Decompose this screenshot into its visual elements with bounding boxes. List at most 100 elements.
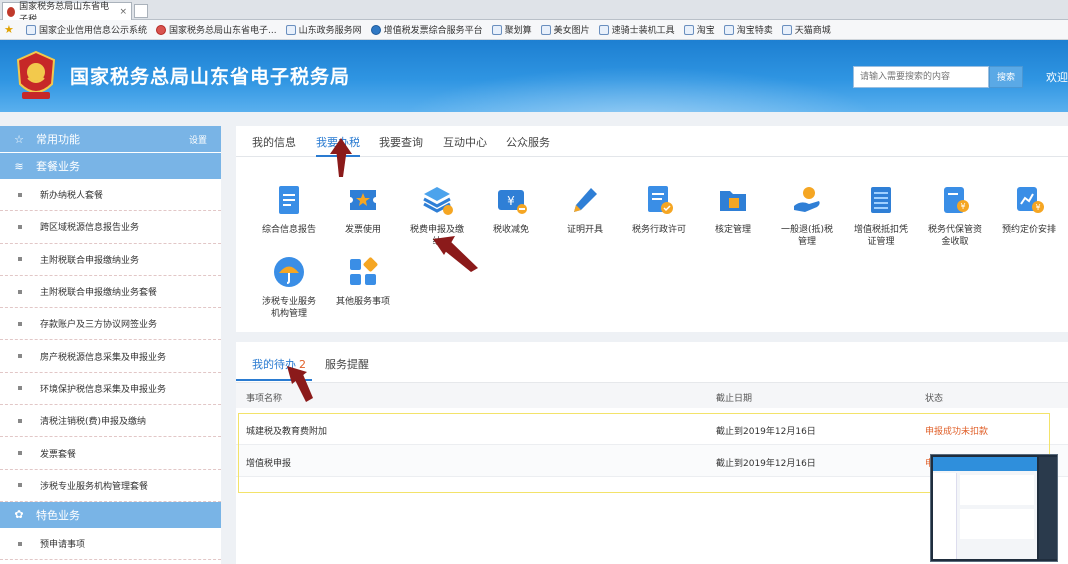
- sidebar-item[interactable]: 清税注销税(费)申报及缴纳: [0, 405, 221, 438]
- thumbnail-tasks: [960, 509, 1034, 539]
- favorite-link[interactable]: 淘宝: [683, 23, 715, 36]
- tab-my-todo[interactable]: 我的待办 2: [236, 356, 312, 381]
- favorite-link[interactable]: 山东政务服务网: [285, 23, 362, 36]
- sidebar-header-label: 特色业务: [36, 508, 80, 522]
- bullet-icon: [18, 192, 22, 197]
- sidebar-header-special[interactable]: ✿ 特色业务: [0, 501, 221, 528]
- favorite-link[interactable]: 美女图片: [540, 23, 590, 36]
- bullet-icon: [18, 224, 22, 229]
- tab-do-tax[interactable]: 我要办税: [316, 134, 360, 157]
- sidebar-item[interactable]: 新办纳税人套餐: [0, 179, 221, 212]
- hand-coin-icon: [794, 187, 820, 212]
- chart-yen-icon: ¥: [1017, 187, 1044, 213]
- func-info-report[interactable]: 综合信息报告: [259, 184, 319, 236]
- umbrella-icon: [274, 257, 304, 287]
- close-tab-icon[interactable]: ×: [119, 7, 127, 17]
- thumbnail-header: [933, 457, 1037, 471]
- favorite-link[interactable]: 国家企业信用信息公示系统: [26, 23, 147, 36]
- invoice-ticket-icon: [350, 190, 376, 210]
- page-icon: [781, 24, 792, 35]
- tax-emblem-icon: [156, 24, 167, 35]
- browser-tab-bar: 国家税务总局山东省电子税... ×: [0, 0, 1068, 25]
- favorite-link[interactable]: 天猫商城: [781, 23, 831, 36]
- tab-my-info[interactable]: 我的信息: [252, 134, 296, 150]
- bullet-icon: [18, 483, 22, 488]
- tab-interaction[interactable]: 互动中心: [443, 134, 487, 150]
- page-icon: [598, 24, 609, 35]
- highlight-box: [238, 413, 1050, 493]
- func-advance-pricing[interactable]: ¥ 预约定价安排: [999, 184, 1059, 236]
- star-icon: ☆: [14, 132, 24, 146]
- clover-icon: ✿: [14, 508, 24, 522]
- search-input[interactable]: [853, 66, 989, 88]
- settings-link[interactable]: 设置: [189, 133, 207, 146]
- col-header-name: 事项名称: [246, 394, 283, 404]
- search-button[interactable]: 搜索: [989, 66, 1023, 88]
- svg-text:¥: ¥: [507, 194, 515, 208]
- func-professional-service[interactable]: 涉税专业服务机构管理: [259, 256, 319, 320]
- page-icon: [285, 24, 296, 35]
- bullet-icon: [18, 451, 22, 456]
- sidebar-header-package[interactable]: ≋ 套餐业务: [0, 153, 221, 179]
- sidebar-item[interactable]: 房产税税源信息采集及申报业务: [0, 340, 221, 373]
- screenshot-thumbnail[interactable]: [930, 454, 1058, 562]
- main-nav-tabs: 我的信息 我要办税 我要查询 互动中心 公众服务: [236, 126, 1068, 157]
- browser-tab[interactable]: 国家税务总局山东省电子税... ×: [2, 2, 132, 25]
- document-list-icon: [279, 186, 299, 214]
- sidebar-header-label: 套餐业务: [36, 160, 80, 173]
- svg-text:¥: ¥: [960, 202, 965, 211]
- tab-public-service[interactable]: 公众服务: [506, 134, 550, 150]
- grid-apps-icon: [350, 257, 378, 285]
- favorite-link[interactable]: 国家税务总局山东省电子...: [156, 23, 277, 36]
- tax-bureau-emblem-icon: [16, 50, 56, 99]
- sidebar-item[interactable]: 环境保护税信息采集及申报业务: [0, 373, 221, 406]
- favorite-link[interactable]: 增值税发票综合服务平台: [370, 23, 483, 36]
- bullet-icon: [18, 257, 22, 262]
- func-other-services[interactable]: 其他服务事项: [333, 256, 393, 308]
- voucher-stack-icon: [871, 187, 891, 213]
- sidebar-item[interactable]: 跨区域税源信息报告业务: [0, 211, 221, 244]
- new-tab-button[interactable]: [134, 4, 148, 18]
- sidebar-header-common[interactable]: ☆ 常用功能 设置: [0, 126, 221, 152]
- sidebar-item[interactable]: 主附税联合申报缴纳业务: [0, 244, 221, 276]
- func-assessment-manage[interactable]: 核定管理: [703, 184, 763, 236]
- document-check-icon: [648, 186, 673, 214]
- sidebar-item[interactable]: 发票套餐: [0, 437, 221, 470]
- func-certificate-issue[interactable]: 证明开具: [555, 184, 615, 236]
- welcome-text: 欢迎: [1046, 71, 1068, 84]
- header-background-decoration: [380, 62, 900, 112]
- favorites-star-icon[interactable]: ★: [4, 24, 17, 35]
- func-admin-license[interactable]: 税务行政许可: [629, 184, 689, 236]
- func-tax-declare-pay[interactable]: 税费申报及缴纳: [407, 184, 467, 248]
- bullet-icon: [18, 541, 22, 546]
- col-header-status: 状态: [925, 394, 944, 404]
- thumbnail-sidebar: [933, 473, 957, 559]
- thumbnail-page: [933, 457, 1037, 559]
- bullet-icon: [18, 386, 22, 391]
- sidebar-item[interactable]: 存款账户及三方协议网签业务: [0, 308, 221, 341]
- site-title: 国家税务总局山东省电子税务局: [70, 66, 351, 88]
- tab-service-reminder[interactable]: 服务提醒: [325, 356, 369, 372]
- func-fund-custody[interactable]: ¥ 税务代保管资金收取: [925, 184, 985, 248]
- sidebar-item[interactable]: 涉税专业服务机构管理套餐: [0, 470, 221, 502]
- func-invoice-use[interactable]: 发票使用: [333, 184, 393, 236]
- sidebar-item[interactable]: 预申请事项: [0, 528, 221, 561]
- page-icon: [723, 24, 734, 35]
- func-tax-relief[interactable]: ¥ 税收减免: [481, 184, 541, 236]
- favorite-link[interactable]: 速骑士装机工具: [598, 23, 675, 36]
- favorite-link[interactable]: 聚划算: [491, 23, 532, 36]
- sidebar-item[interactable]: 主附税联合申报缴纳业务套餐: [0, 276, 221, 309]
- thumbnail-side-bar: [1039, 457, 1057, 559]
- favorite-link[interactable]: 淘宝特卖: [723, 23, 773, 36]
- func-vat-voucher[interactable]: 增值税抵扣凭证管理: [851, 184, 911, 248]
- tab-query[interactable]: 我要查询: [379, 134, 423, 150]
- globe-icon: [370, 24, 381, 35]
- yen-ticket-icon: ¥: [498, 190, 527, 214]
- col-header-deadline: 截止日期: [716, 394, 753, 404]
- func-tax-refund[interactable]: 一般退(抵)税管理: [777, 184, 837, 248]
- page-icon: [491, 24, 502, 35]
- page-icon: [540, 24, 551, 35]
- sidebar-header-label: 常用功能: [36, 133, 80, 146]
- thumbnail-main: [960, 475, 1034, 505]
- svg-text:¥: ¥: [1035, 203, 1040, 212]
